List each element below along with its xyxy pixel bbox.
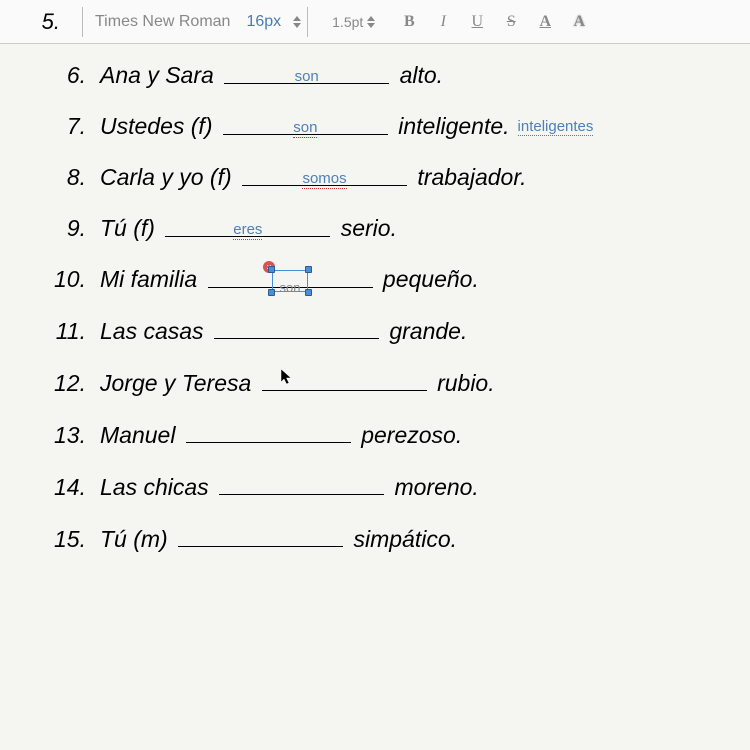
mouse-cursor-icon	[280, 365, 294, 383]
fill-blank-field[interactable]	[214, 317, 379, 339]
text-object-selected[interactable]: ×son	[272, 270, 308, 292]
formatting-toolbar: 5. Times New Roman 16px 1.5pt B I U S A …	[0, 0, 750, 44]
worksheet-content: 6.Ana y Sara son alto. 7.Ustedes (f) son …	[0, 44, 750, 553]
exercise-row: 10.Mi familia ×son pequeño.	[30, 266, 720, 293]
resize-handle-bl[interactable]	[268, 289, 275, 296]
sentence-ending: alto.	[393, 62, 443, 89]
chevron-down-icon[interactable]	[367, 23, 375, 28]
chevron-down-icon[interactable]	[293, 23, 301, 28]
resize-handle-br[interactable]	[305, 289, 312, 296]
exercise-row: 8.Carla y yo (f) somos trabajador.	[30, 164, 720, 191]
chevron-up-icon[interactable]	[293, 16, 301, 21]
line-height-input[interactable]: 1.5pt	[332, 14, 363, 30]
sentence-ending: moreno.	[388, 474, 479, 501]
item-number: 11.	[30, 318, 100, 345]
exercise-row: 6.Ana y Sara son alto.	[30, 62, 720, 89]
font-color-button[interactable]: A	[533, 10, 557, 34]
item-number: 13.	[30, 422, 100, 449]
item-number: 7.	[30, 113, 100, 140]
item-number: 10.	[30, 266, 100, 293]
item-number: 15.	[30, 526, 100, 553]
font-size-input[interactable]: 16px	[238, 9, 289, 35]
chevron-up-icon[interactable]	[367, 16, 375, 21]
underline-button[interactable]: U	[465, 10, 489, 34]
item-number: 8.	[30, 164, 100, 191]
resize-handle-tl[interactable]	[268, 266, 275, 273]
text-object-content: son	[280, 280, 301, 295]
toolbar-item-number: 5.	[10, 9, 60, 35]
line-height-spinner[interactable]	[367, 16, 377, 28]
highlight-button[interactable]: A	[567, 10, 591, 34]
item-number: 12.	[30, 370, 100, 397]
fill-blank-field[interactable]: son	[223, 113, 388, 135]
exercise-row: 12.Jorge y Teresa rubio.	[30, 369, 720, 397]
student-answer[interactable]: somos	[302, 170, 346, 189]
exercise-row: 9.Tú (f) eres serio.	[30, 215, 720, 242]
sentence-subject: Ustedes (f)	[100, 113, 219, 140]
fill-blank-field[interactable]	[219, 473, 384, 495]
exercise-row: 14.Las chicas moreno.	[30, 473, 720, 501]
sentence-subject: Carla y yo (f)	[100, 164, 238, 191]
format-button-group: B I U S A A	[397, 10, 591, 34]
fill-blank-field[interactable]: ×son	[208, 266, 373, 288]
exercise-row: 13.Manuel perezoso.	[30, 421, 720, 449]
sentence-ending: simpático.	[347, 526, 457, 553]
font-size-spinner[interactable]	[293, 16, 303, 28]
sentence-subject: Manuel	[100, 422, 182, 449]
fill-blank-field[interactable]: eres	[165, 215, 330, 237]
sentence-subject: Las casas	[100, 318, 210, 345]
sentence-subject: Tú (m)	[100, 526, 174, 553]
fill-blank-field[interactable]	[186, 421, 351, 443]
sentence-ending: grande.	[383, 318, 467, 345]
student-answer[interactable]: son	[293, 119, 317, 138]
item-number: 14.	[30, 474, 100, 501]
sentence-ending: inteligente.	[392, 113, 510, 140]
sentence-ending: trabajador.	[411, 164, 527, 191]
font-family-label: Times New Roman	[95, 13, 230, 30]
sentence-ending: serio.	[334, 215, 397, 242]
sentence-ending: perezoso.	[355, 422, 462, 449]
sentence-subject: Las chicas	[100, 474, 215, 501]
resize-handle-tr[interactable]	[305, 266, 312, 273]
sentence-subject: Mi familia	[100, 266, 204, 293]
exercise-row: 7.Ustedes (f) son inteligente. inteligent…	[30, 113, 720, 140]
strikethrough-button[interactable]: S	[499, 10, 523, 34]
fill-blank-field[interactable]: son	[224, 62, 389, 84]
spellcheck-suggestion[interactable]: inteligentes	[518, 118, 594, 136]
bold-button[interactable]: B	[397, 10, 421, 34]
fill-blank-field[interactable]	[262, 369, 427, 391]
sentence-ending: pequeño.	[377, 266, 479, 293]
sentence-subject: Jorge y Teresa	[100, 370, 258, 397]
exercise-row: 15.Tú (m) simpático.	[30, 525, 720, 553]
sentence-subject: Ana y Sara	[100, 62, 220, 89]
toolbar-separator	[82, 7, 83, 37]
font-family-select[interactable]: Times New Roman	[87, 9, 238, 35]
fill-blank-field[interactable]: somos	[242, 164, 407, 186]
item-number: 6.	[30, 62, 100, 89]
item-number: 9.	[30, 215, 100, 242]
sentence-subject: Tú (f)	[100, 215, 161, 242]
student-answer[interactable]: son	[295, 68, 319, 85]
toolbar-separator	[307, 7, 308, 37]
exercise-row: 11.Las casas grande.	[30, 317, 720, 345]
italic-button[interactable]: I	[431, 10, 455, 34]
sentence-ending: rubio.	[431, 370, 495, 397]
student-answer[interactable]: eres	[233, 221, 262, 240]
fill-blank-field[interactable]	[178, 525, 343, 547]
